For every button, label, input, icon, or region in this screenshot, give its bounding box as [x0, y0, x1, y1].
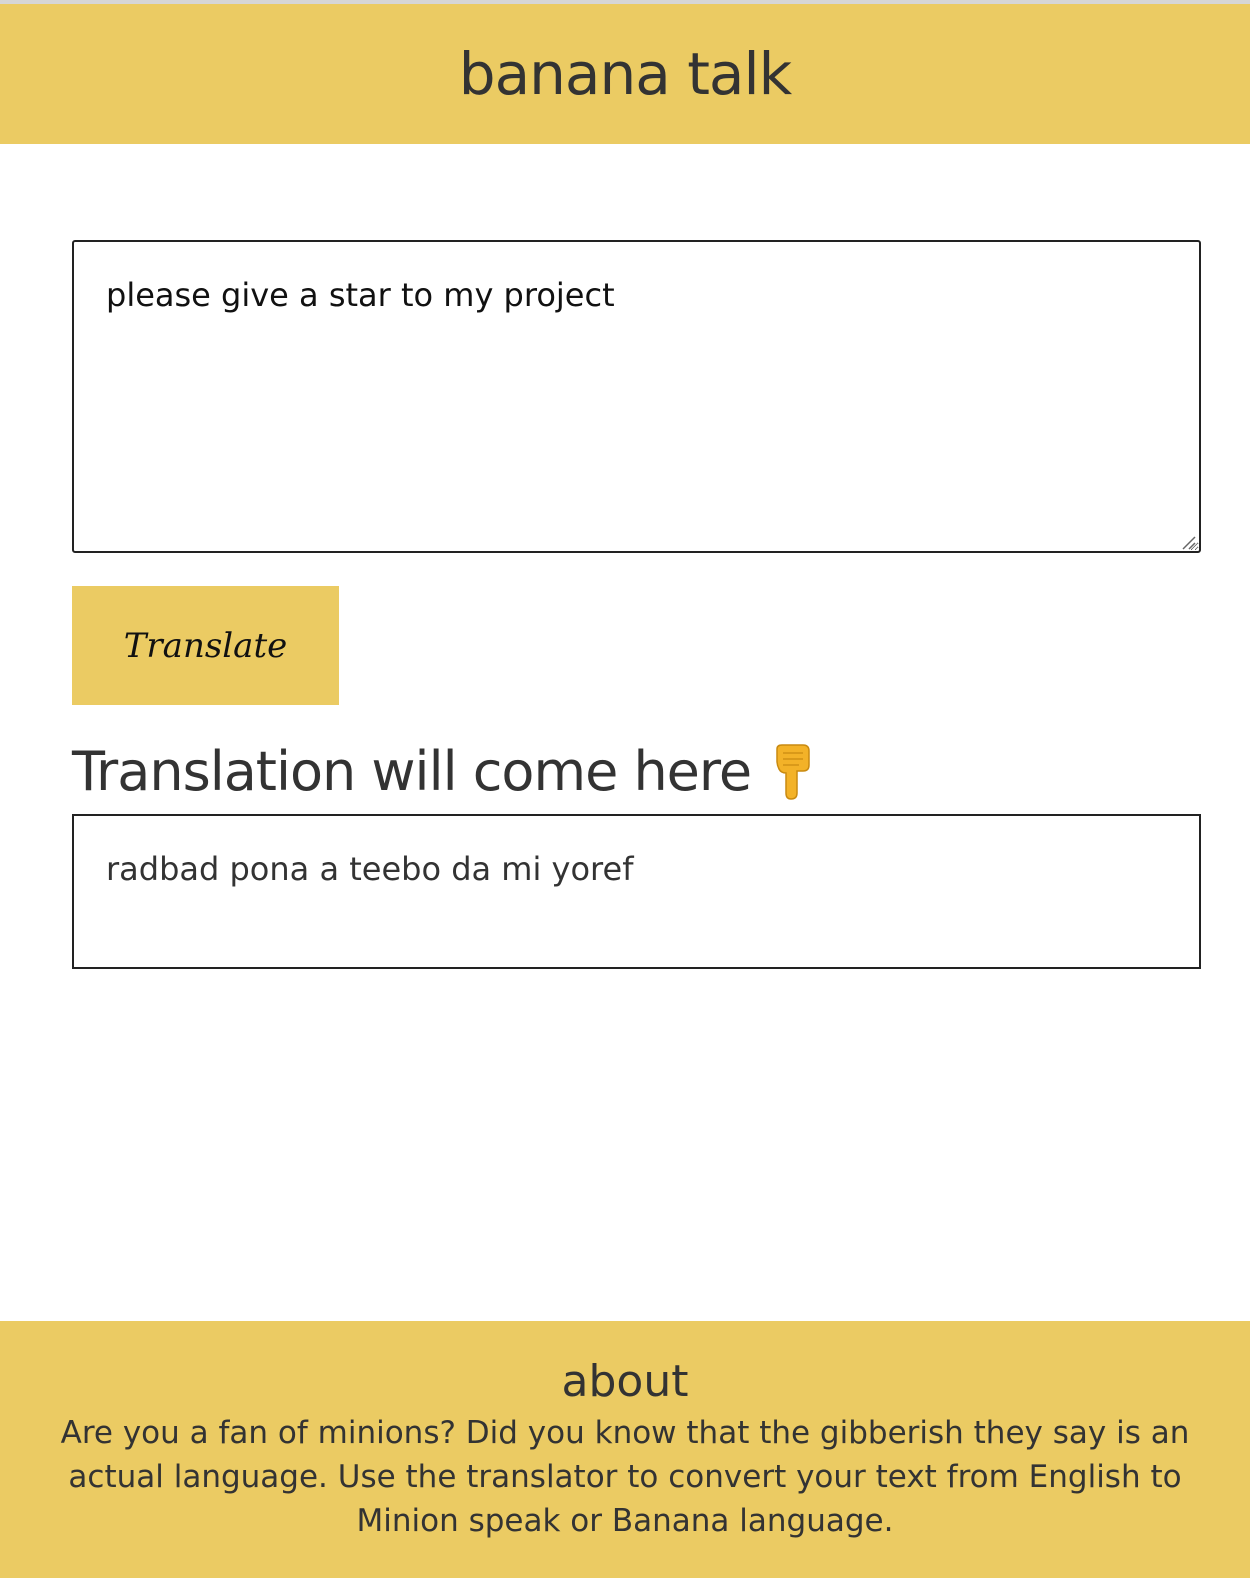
footer: about Are you a fan of minions? Did you … — [0, 1321, 1250, 1578]
translate-button[interactable]: Translate — [72, 586, 339, 705]
app-header: banana talk — [0, 4, 1250, 144]
app-title: banana talk — [458, 40, 792, 108]
pointing-down-hand-icon — [776, 743, 810, 800]
output-text: radbad pona a teebo da mi yoref — [106, 850, 634, 888]
input-textarea[interactable]: please give a star to my project — [72, 240, 1201, 553]
translation-heading-label: Translation will come here — [72, 740, 752, 803]
footer-title: about — [561, 1356, 689, 1407]
resize-grip-icon[interactable] — [1180, 534, 1196, 550]
page: banana talk please give a star to my pro… — [0, 0, 1250, 1578]
output-box: radbad pona a teebo da mi yoref — [72, 814, 1201, 969]
footer-description: Are you a fan of minions? Did you know t… — [60, 1415, 1190, 1539]
translation-heading: Translation will come here — [72, 740, 815, 803]
